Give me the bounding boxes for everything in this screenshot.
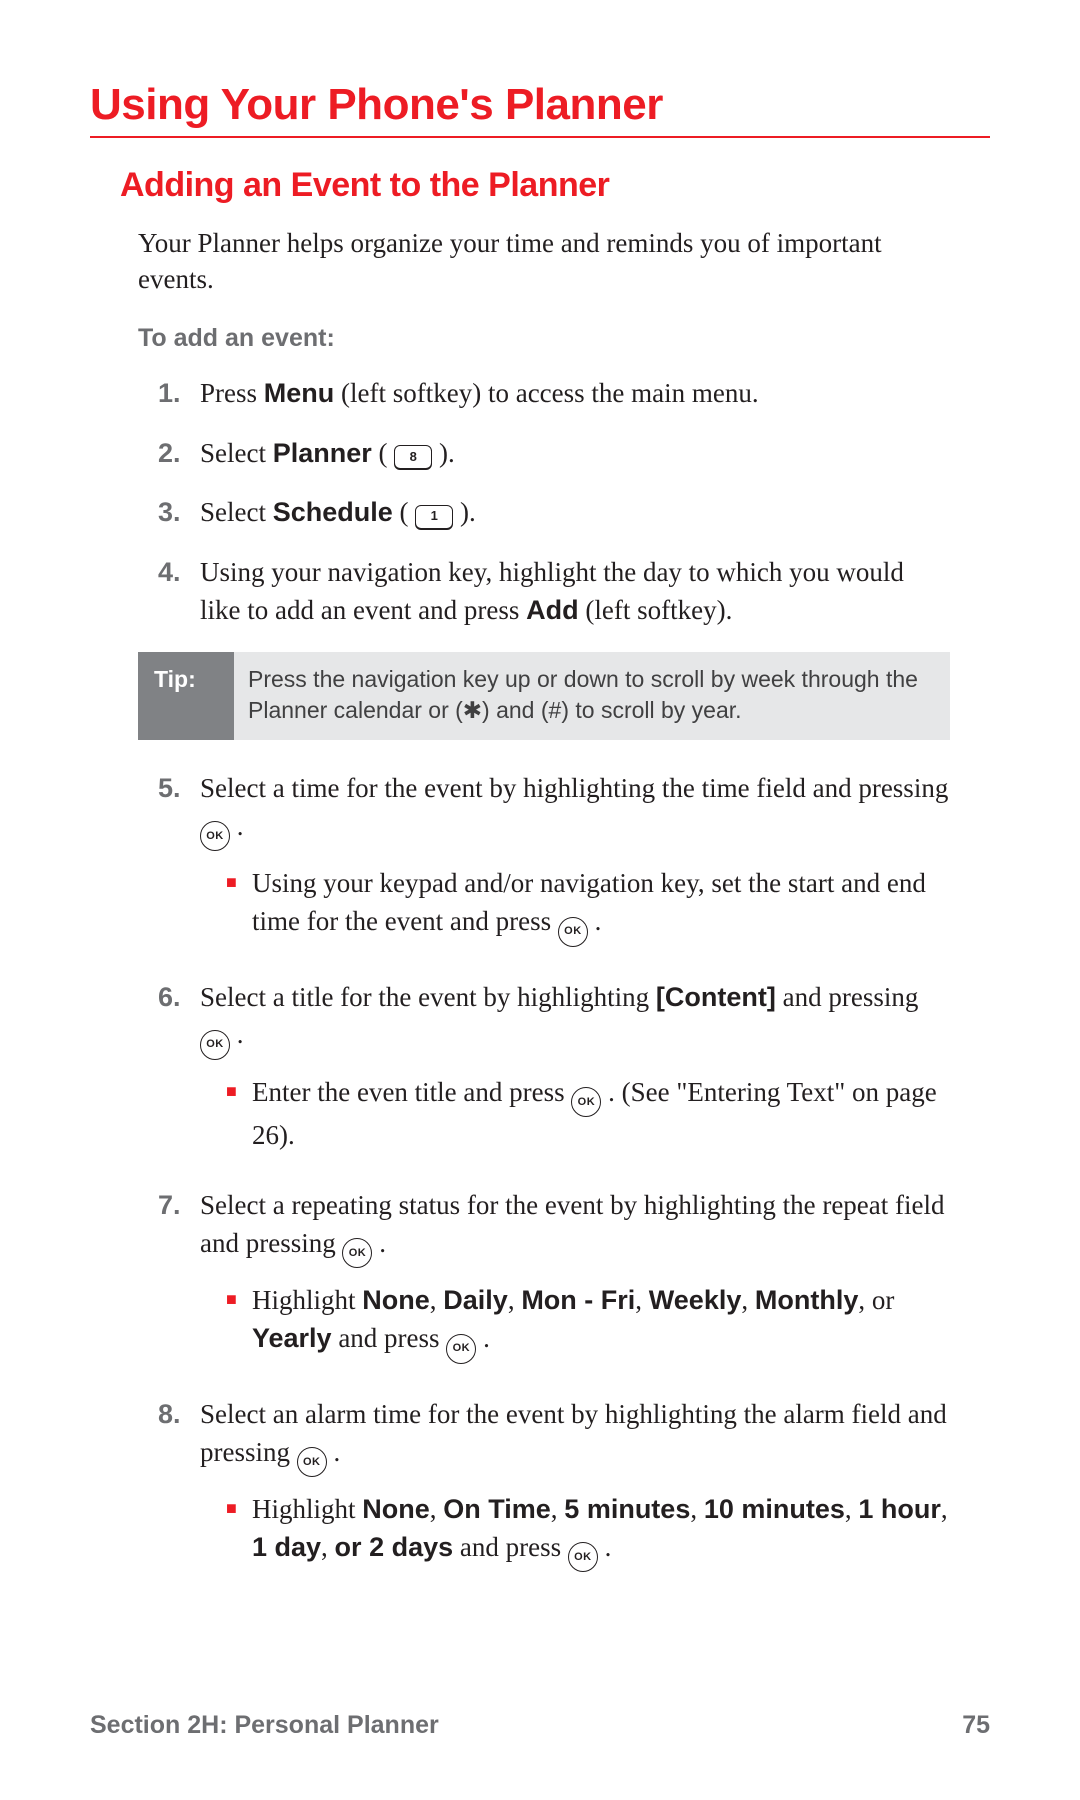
step-body: Using your navigation key, highlight the… xyxy=(200,554,950,630)
substep-list: ■Highlight None, On Time, 5 minutes, 10 … xyxy=(200,1491,950,1572)
ok-button-icon: OK xyxy=(571,1087,601,1117)
ok-button-icon: OK xyxy=(342,1238,372,1268)
step-list: 1. Press Menu (left softkey) to access t… xyxy=(158,375,950,630)
step-number: 3. xyxy=(158,494,200,532)
ok-button-icon: OK xyxy=(297,1447,327,1477)
step-1: 1. Press Menu (left softkey) to access t… xyxy=(158,375,950,413)
step-body: Select a repeating status for the event … xyxy=(200,1187,950,1374)
step-5: 5. Select a time for the event by highli… xyxy=(158,770,950,957)
step-number: 5. xyxy=(158,770,200,957)
step-number: 8. xyxy=(158,1396,200,1583)
step-body: Select a time for the event by highlight… xyxy=(200,770,950,957)
section-heading: Adding an Event to the Planner xyxy=(120,166,990,205)
step-body: Select a title for the event by highligh… xyxy=(200,979,950,1166)
step-body: Press Menu (left softkey) to access the … xyxy=(200,375,950,413)
ok-button-icon: OK xyxy=(568,1542,598,1572)
step-3: 3. Select Schedule ( 1 ). xyxy=(158,494,950,532)
ok-button-icon: OK xyxy=(558,917,588,947)
substep-list: ■Using your keypad and/or navigation key… xyxy=(200,865,950,946)
substep: ■Highlight None, On Time, 5 minutes, 10 … xyxy=(200,1491,950,1572)
tip-body: Press the navigation key up or down to s… xyxy=(234,652,950,740)
step-body: Select an alarm time for the event by hi… xyxy=(200,1396,950,1583)
step-number: 6. xyxy=(158,979,200,1166)
substep: ■Using your keypad and/or navigation key… xyxy=(200,865,950,946)
bullet-icon: ■ xyxy=(226,1282,252,1363)
tip-callout: Tip: Press the navigation key up or down… xyxy=(138,652,950,740)
substep: ■Highlight None, Daily, Mon - Fri, Weekl… xyxy=(200,1282,950,1363)
tip-label: Tip: xyxy=(138,652,234,740)
ok-button-icon: OK xyxy=(200,1030,230,1060)
page-heading: Using Your Phone's Planner xyxy=(90,80,990,138)
intro-paragraph: Your Planner helps organize your time an… xyxy=(138,225,950,298)
ok-button-icon: OK xyxy=(446,1334,476,1364)
step-number: 2. xyxy=(158,435,200,473)
keycap-8-icon: 8 xyxy=(394,445,432,469)
step-2: 2. Select Planner ( 8 ). xyxy=(158,435,950,473)
keycap-1-icon: 1 xyxy=(415,505,453,529)
ok-button-icon: OK xyxy=(200,821,230,851)
step-list-continued: 5. Select a time for the event by highli… xyxy=(158,770,950,1582)
step-4: 4. Using your navigation key, highlight … xyxy=(158,554,950,630)
step-6: 6. Select a title for the event by highl… xyxy=(158,979,950,1166)
step-number: 4. xyxy=(158,554,200,630)
bullet-icon: ■ xyxy=(226,1074,252,1155)
bullet-icon: ■ xyxy=(226,865,252,946)
substep: ■Enter the even title and press OK . (Se… xyxy=(200,1074,950,1155)
page-footer: Section 2H: Personal Planner 75 xyxy=(90,1711,990,1740)
step-body: Select Schedule ( 1 ). xyxy=(200,494,950,532)
step-number: 1. xyxy=(158,375,200,413)
step-7: 7. Select a repeating status for the eve… xyxy=(158,1187,950,1374)
bullet-icon: ■ xyxy=(226,1491,252,1572)
step-8: 8. Select an alarm time for the event by… xyxy=(158,1396,950,1583)
footer-page-number: 75 xyxy=(962,1711,990,1740)
footer-section: Section 2H: Personal Planner xyxy=(90,1711,439,1740)
substep-list: ■Highlight None, Daily, Mon - Fri, Weekl… xyxy=(200,1282,950,1363)
step-number: 7. xyxy=(158,1187,200,1374)
step-body: Select Planner ( 8 ). xyxy=(200,435,950,473)
substep-list: ■Enter the even title and press OK . (Se… xyxy=(200,1074,950,1155)
procedure-subhead: To add an event: xyxy=(138,324,990,353)
